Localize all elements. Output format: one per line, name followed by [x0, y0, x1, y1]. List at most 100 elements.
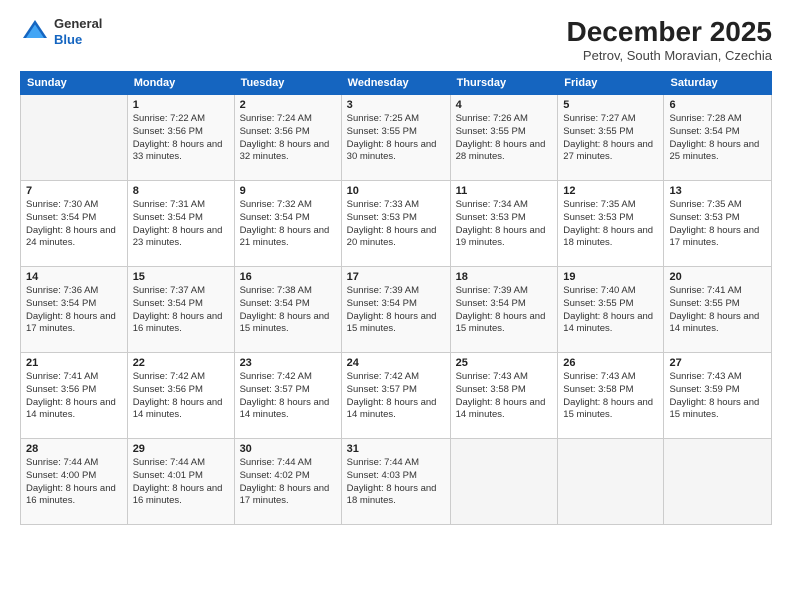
header-cell-monday: Monday [127, 72, 234, 95]
day-number: 19 [563, 271, 658, 283]
logo-general: General [54, 16, 102, 32]
day-info: Sunrise: 7:33 AM Sunset: 3:53 PM Dayligh… [347, 199, 445, 250]
day-info: Sunrise: 7:38 AM Sunset: 3:54 PM Dayligh… [240, 285, 336, 336]
day-number: 21 [26, 357, 122, 369]
calendar-cell: 16 Sunrise: 7:38 AM Sunset: 3:54 PM Dayli… [234, 267, 341, 353]
calendar-cell: 20 Sunrise: 7:41 AM Sunset: 3:55 PM Dayli… [664, 267, 772, 353]
calendar-header: SundayMondayTuesdayWednesdayThursdayFrid… [21, 72, 772, 95]
day-info: Sunrise: 7:44 AM Sunset: 4:03 PM Dayligh… [347, 457, 445, 508]
logo-text: General Blue [54, 16, 102, 47]
calendar-subtitle: Petrov, South Moravian, Czechia [567, 48, 772, 63]
calendar-cell: 14 Sunrise: 7:36 AM Sunset: 3:54 PM Dayli… [21, 267, 128, 353]
day-number: 25 [456, 357, 553, 369]
day-info: Sunrise: 7:37 AM Sunset: 3:54 PM Dayligh… [133, 285, 229, 336]
day-number: 27 [669, 357, 766, 369]
calendar-cell: 25 Sunrise: 7:43 AM Sunset: 3:58 PM Dayli… [450, 353, 558, 439]
day-number: 6 [669, 99, 766, 111]
day-info: Sunrise: 7:39 AM Sunset: 3:54 PM Dayligh… [347, 285, 445, 336]
day-info: Sunrise: 7:34 AM Sunset: 3:53 PM Dayligh… [456, 199, 553, 250]
day-number: 12 [563, 185, 658, 197]
day-info: Sunrise: 7:42 AM Sunset: 3:57 PM Dayligh… [347, 371, 445, 422]
day-number: 2 [240, 99, 336, 111]
calendar-cell: 27 Sunrise: 7:43 AM Sunset: 3:59 PM Dayli… [664, 353, 772, 439]
day-info: Sunrise: 7:32 AM Sunset: 3:54 PM Dayligh… [240, 199, 336, 250]
calendar-cell: 29Sunrise: 7:44 AM Sunset: 4:01 PM Dayli… [127, 439, 234, 525]
calendar-cell: 31 Sunrise: 7:44 AM Sunset: 4:03 PM Dayli… [341, 439, 450, 525]
day-number: 13 [669, 185, 766, 197]
day-number: 18 [456, 271, 553, 283]
day-info: Sunrise: 7:31 AM Sunset: 3:54 PM Dayligh… [133, 199, 229, 250]
day-info: Sunrise: 7:35 AM Sunset: 3:53 PM Dayligh… [669, 199, 766, 250]
logo-icon [20, 17, 50, 47]
day-info: Sunrise: 7:24 AM Sunset: 3:56 PM Dayligh… [240, 113, 336, 164]
calendar-title: December 2025 [567, 16, 772, 48]
day-number: 5 [563, 99, 658, 111]
day-number: 26 [563, 357, 658, 369]
day-number: 24 [347, 357, 445, 369]
calendar-cell: 19 Sunrise: 7:40 AM Sunset: 3:55 PM Dayli… [558, 267, 664, 353]
day-number: 9 [240, 185, 336, 197]
day-number: 7 [26, 185, 122, 197]
day-number: 16 [240, 271, 336, 283]
title-block: December 2025 Petrov, South Moravian, Cz… [567, 16, 772, 63]
calendar-cell: 1Sunrise: 7:22 AM Sunset: 3:56 PM Daylig… [127, 95, 234, 181]
calendar-cell: 11 Sunrise: 7:34 AM Sunset: 3:53 PM Dayli… [450, 181, 558, 267]
header-cell-thursday: Thursday [450, 72, 558, 95]
header-cell-wednesday: Wednesday [341, 72, 450, 95]
calendar-cell: 10 Sunrise: 7:33 AM Sunset: 3:53 PM Dayli… [341, 181, 450, 267]
calendar-week-4: 28 Sunrise: 7:44 AM Sunset: 4:00 PM Dayli… [21, 439, 772, 525]
day-info: Sunrise: 7:27 AM Sunset: 3:55 PM Dayligh… [563, 113, 658, 164]
day-number: 30 [240, 443, 336, 455]
day-info: Sunrise: 7:28 AM Sunset: 3:54 PM Dayligh… [669, 113, 766, 164]
day-number: 8 [133, 185, 229, 197]
day-number: 23 [240, 357, 336, 369]
calendar-cell: 23 Sunrise: 7:42 AM Sunset: 3:57 PM Dayli… [234, 353, 341, 439]
calendar-cell: 26Sunrise: 7:43 AM Sunset: 3:58 PM Dayli… [558, 353, 664, 439]
header-cell-friday: Friday [558, 72, 664, 95]
day-info: Sunrise: 7:42 AM Sunset: 3:57 PM Dayligh… [240, 371, 336, 422]
header-cell-sunday: Sunday [21, 72, 128, 95]
day-number: 28 [26, 443, 122, 455]
day-number: 20 [669, 271, 766, 283]
calendar-table: SundayMondayTuesdayWednesdayThursdayFrid… [20, 71, 772, 525]
logo: General Blue [20, 16, 102, 47]
calendar-cell: 7Sunrise: 7:30 AM Sunset: 3:54 PM Daylig… [21, 181, 128, 267]
calendar-cell: 3Sunrise: 7:25 AM Sunset: 3:55 PM Daylig… [341, 95, 450, 181]
calendar-cell: 5 Sunrise: 7:27 AM Sunset: 3:55 PM Daylig… [558, 95, 664, 181]
day-info: Sunrise: 7:25 AM Sunset: 3:55 PM Dayligh… [347, 113, 445, 164]
day-info: Sunrise: 7:43 AM Sunset: 3:58 PM Dayligh… [456, 371, 553, 422]
calendar-cell [21, 95, 128, 181]
day-info: Sunrise: 7:44 AM Sunset: 4:02 PM Dayligh… [240, 457, 336, 508]
calendar-week-1: 7Sunrise: 7:30 AM Sunset: 3:54 PM Daylig… [21, 181, 772, 267]
calendar-cell: 18Sunrise: 7:39 AM Sunset: 3:54 PM Dayli… [450, 267, 558, 353]
calendar-cell: 4 Sunrise: 7:26 AM Sunset: 3:55 PM Daylig… [450, 95, 558, 181]
day-number: 31 [347, 443, 445, 455]
calendar-cell [664, 439, 772, 525]
calendar-cell: 15 Sunrise: 7:37 AM Sunset: 3:54 PM Dayli… [127, 267, 234, 353]
day-info: Sunrise: 7:44 AM Sunset: 4:00 PM Dayligh… [26, 457, 122, 508]
day-number: 15 [133, 271, 229, 283]
day-number: 17 [347, 271, 445, 283]
calendar-week-3: 21Sunrise: 7:41 AM Sunset: 3:56 PM Dayli… [21, 353, 772, 439]
day-number: 11 [456, 185, 553, 197]
day-info: Sunrise: 7:42 AM Sunset: 3:56 PM Dayligh… [133, 371, 229, 422]
calendar-cell: 9 Sunrise: 7:32 AM Sunset: 3:54 PM Daylig… [234, 181, 341, 267]
day-info: Sunrise: 7:41 AM Sunset: 3:55 PM Dayligh… [669, 285, 766, 336]
logo-blue: Blue [54, 32, 102, 48]
calendar-week-2: 14 Sunrise: 7:36 AM Sunset: 3:54 PM Dayli… [21, 267, 772, 353]
page-header: General Blue December 2025 Petrov, South… [20, 16, 772, 63]
day-info: Sunrise: 7:26 AM Sunset: 3:55 PM Dayligh… [456, 113, 553, 164]
calendar-cell: 21Sunrise: 7:41 AM Sunset: 3:56 PM Dayli… [21, 353, 128, 439]
calendar-cell: 13 Sunrise: 7:35 AM Sunset: 3:53 PM Dayli… [664, 181, 772, 267]
calendar-cell: 30 Sunrise: 7:44 AM Sunset: 4:02 PM Dayli… [234, 439, 341, 525]
day-info: Sunrise: 7:36 AM Sunset: 3:54 PM Dayligh… [26, 285, 122, 336]
day-info: Sunrise: 7:43 AM Sunset: 3:59 PM Dayligh… [669, 371, 766, 422]
day-info: Sunrise: 7:40 AM Sunset: 3:55 PM Dayligh… [563, 285, 658, 336]
calendar-cell: 8 Sunrise: 7:31 AM Sunset: 3:54 PM Daylig… [127, 181, 234, 267]
day-number: 10 [347, 185, 445, 197]
day-number: 14 [26, 271, 122, 283]
day-number: 4 [456, 99, 553, 111]
day-number: 1 [133, 99, 229, 111]
calendar-cell: 24 Sunrise: 7:42 AM Sunset: 3:57 PM Dayli… [341, 353, 450, 439]
calendar-cell: 12Sunrise: 7:35 AM Sunset: 3:53 PM Dayli… [558, 181, 664, 267]
